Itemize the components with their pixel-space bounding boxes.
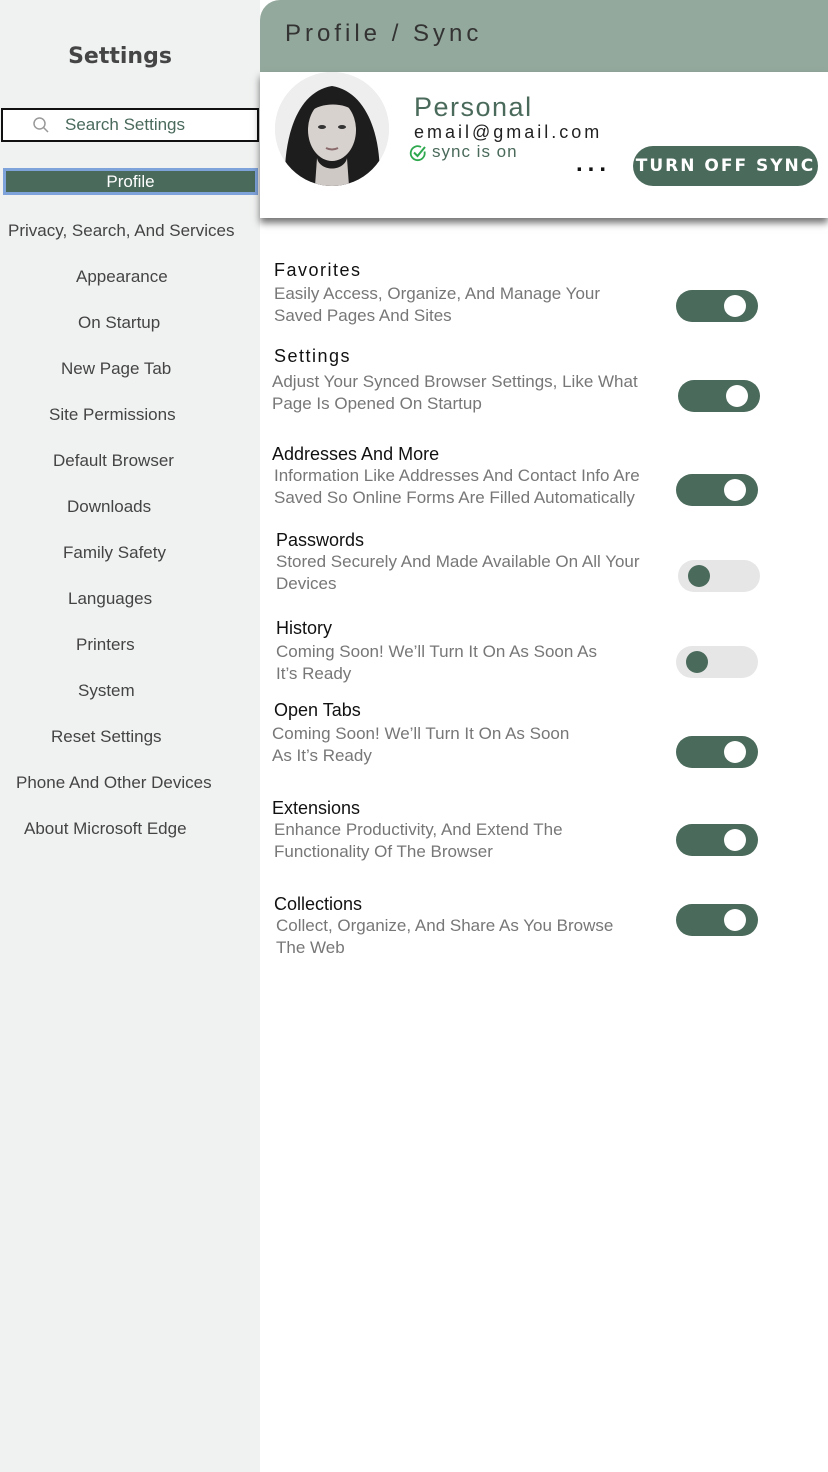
extensions-title: Extensions (272, 798, 361, 818)
sidebar-item-printers[interactable]: Printers (76, 635, 135, 655)
sidebar-item-site-permissions[interactable]: Site Permissions (49, 405, 176, 425)
open-tabs-description: Coming Soon! We’ll Turn It On As Soon As … (272, 724, 570, 765)
turn-off-sync-button[interactable]: TURN OFF SYNC (633, 146, 818, 186)
sidebar-item-default-browser[interactable]: Default Browser (53, 451, 174, 471)
sidebar-item-privacy[interactable]: Privacy, Search, And Services (8, 221, 234, 241)
collections-toggle[interactable] (676, 904, 758, 936)
settings-toggle[interactable] (678, 380, 760, 412)
toggle-knob (688, 565, 710, 587)
passwords-toggle[interactable] (678, 560, 760, 592)
sidebar-item-profile[interactable]: Profile (3, 168, 258, 195)
sidebar-title: Settings (68, 44, 172, 69)
toggle-knob (726, 385, 748, 407)
history-toggle[interactable] (676, 646, 758, 678)
sidebar-item-new-page-tab[interactable]: New Page Tab (61, 359, 171, 379)
favorites-title: Favorites (274, 260, 362, 280)
sidebar-item-system[interactable]: System (78, 681, 135, 701)
extensions-description: Enhance Productivity, And Extend The Func… (274, 820, 563, 861)
profile-email: email@gmail.com (414, 122, 603, 142)
open-tabs-toggle[interactable] (676, 736, 758, 768)
profile-name: Personal (414, 92, 533, 122)
addresses-title: Addresses And More (272, 444, 440, 464)
toggle-knob (686, 651, 708, 673)
collections-title: Collections (274, 894, 363, 914)
more-options-icon[interactable]: ... (576, 150, 611, 178)
sidebar-item-family-safety[interactable]: Family Safety (63, 543, 166, 563)
passwords-description: Stored Securely And Made Available On Al… (276, 552, 640, 593)
favorites-toggle[interactable] (676, 290, 758, 322)
avatar (275, 72, 389, 186)
avatar-portrait-icon (275, 72, 389, 186)
toggle-knob (724, 741, 746, 763)
profile-card: Personal email@gmail.com sync is on ... … (260, 72, 828, 218)
sidebar-item-downloads[interactable]: Downloads (67, 497, 151, 517)
page-header: Profile / Sync (260, 0, 828, 72)
sync-status: sync is on (432, 142, 518, 161)
sidebar-item-languages[interactable]: Languages (68, 589, 152, 609)
history-title: History (276, 618, 333, 638)
extensions-toggle[interactable] (676, 824, 758, 856)
addresses-description: Information Like Addresses And Contact I… (274, 466, 640, 507)
toggle-knob (724, 295, 746, 317)
addresses-toggle[interactable] (676, 474, 758, 506)
history-description: Coming Soon! We’ll Turn It On As Soon As… (276, 642, 597, 683)
open-tabs-title: Open Tabs (274, 700, 361, 720)
page-title: Profile / Sync (285, 20, 483, 47)
toggle-knob (724, 829, 746, 851)
collections-description: Collect, Organize, And Share As You Brow… (276, 916, 614, 957)
search-icon (33, 117, 49, 133)
sidebar: Settings Search Settings Profile Privacy… (0, 0, 260, 1472)
toggle-knob (724, 479, 746, 501)
sidebar-item-reset-settings[interactable]: Reset Settings (51, 727, 162, 747)
favorites-description: Easily Access, Organize, And Manage Your… (274, 284, 601, 325)
sidebar-item-on-startup[interactable]: On Startup (78, 313, 160, 333)
search-input[interactable]: Search Settings (1, 108, 259, 142)
toggle-knob (724, 909, 746, 931)
settings-description: Adjust Your Synced Browser Settings, Lik… (272, 372, 638, 413)
sidebar-item-phone-devices[interactable]: Phone And Other Devices (16, 773, 212, 793)
sidebar-item-about-edge[interactable]: About Microsoft Edge (24, 819, 187, 839)
passwords-title: Passwords (276, 530, 365, 550)
sidebar-item-appearance[interactable]: Appearance (76, 267, 168, 287)
search-placeholder: Search Settings (65, 115, 186, 134)
check-circle-icon (409, 145, 426, 162)
settings-title: Settings (274, 346, 352, 366)
